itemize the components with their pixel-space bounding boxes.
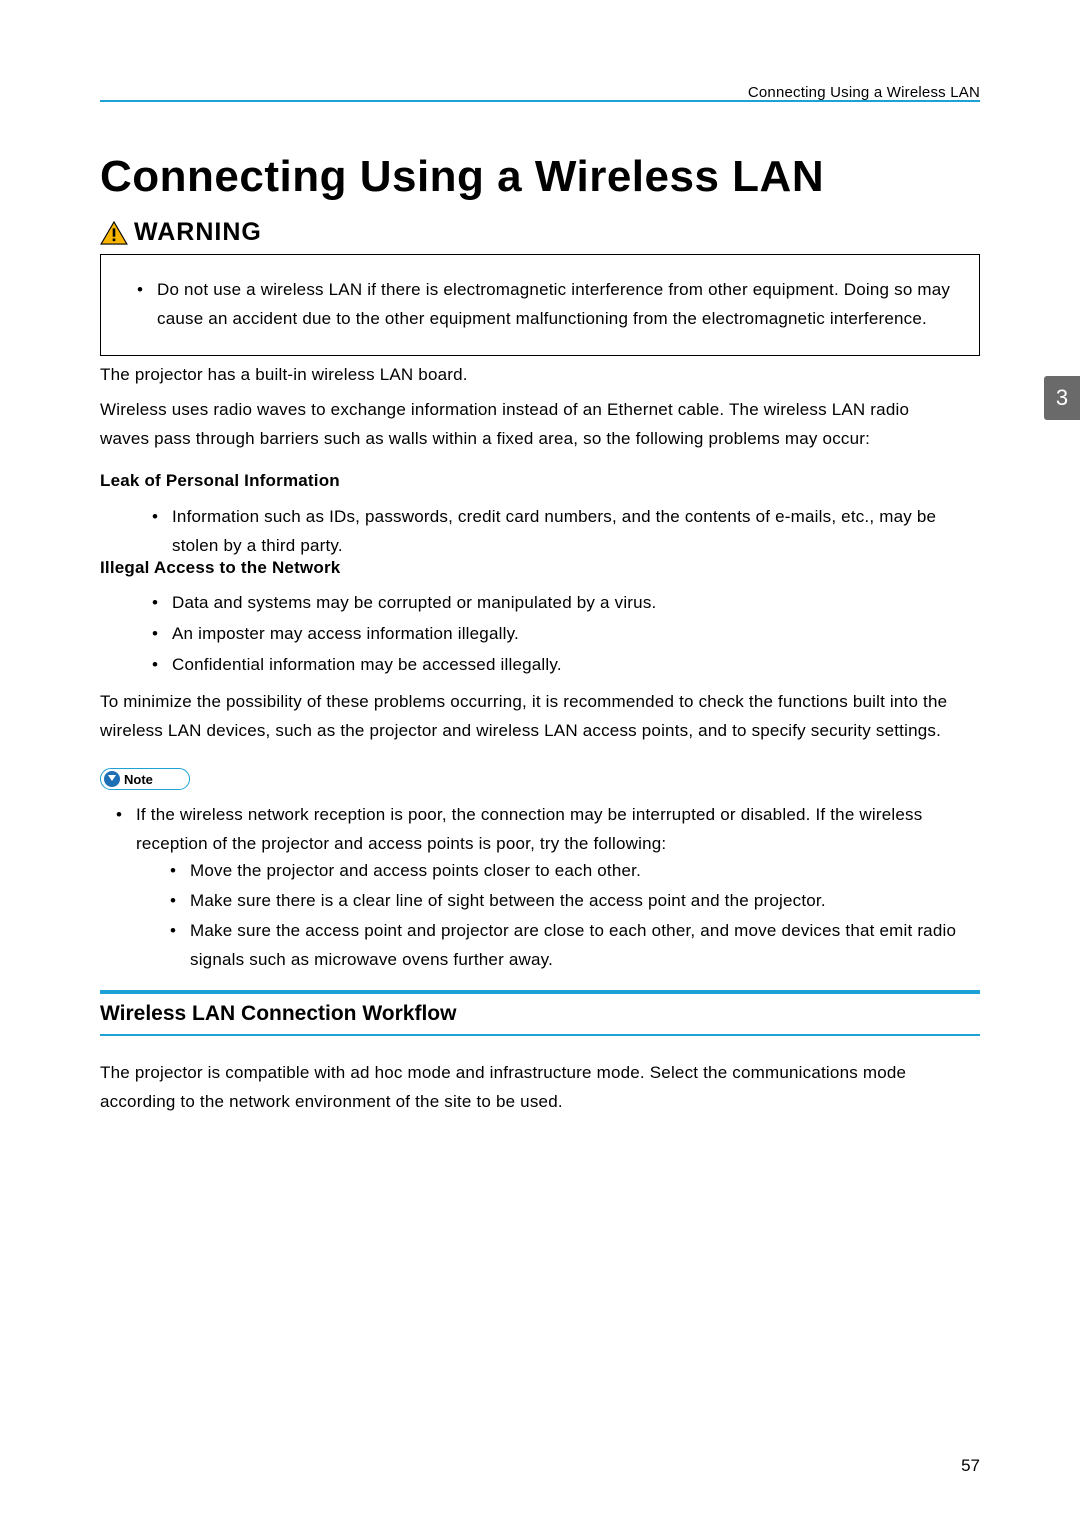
note-subitem-2: Make sure there is a clear line of sight… bbox=[190, 886, 980, 915]
section-heading: Wireless LAN Connection Workflow bbox=[100, 1002, 456, 1026]
note-subitem-1: Move the projector and access points clo… bbox=[190, 856, 980, 885]
section-rule-top bbox=[100, 990, 980, 994]
intro-paragraph-1: The projector has a built-in wireless LA… bbox=[100, 360, 980, 389]
illegal-list-item-1: Data and systems may be corrupted or man… bbox=[172, 588, 980, 617]
chapter-tab: 3 bbox=[1044, 376, 1080, 420]
header-rule bbox=[100, 100, 980, 102]
note-subitem-3: Make sure the access point and projector… bbox=[190, 916, 980, 974]
running-head: Connecting Using a Wireless LAN bbox=[748, 84, 980, 101]
leak-list-item: Information such as IDs, passwords, cred… bbox=[172, 502, 980, 560]
page-number: 57 bbox=[961, 1456, 980, 1476]
note-pill: Note bbox=[100, 768, 190, 790]
note-label-text: Note bbox=[124, 772, 153, 787]
section-body-paragraph: The projector is compatible with ad hoc … bbox=[100, 1058, 980, 1116]
illegal-heading: Illegal Access to the Network bbox=[100, 558, 340, 578]
illegal-list-item-2: An imposter may access information illeg… bbox=[172, 619, 980, 648]
leak-heading: Leak of Personal Information bbox=[100, 471, 340, 491]
warning-heading: WARNING bbox=[100, 218, 262, 247]
warning-label-text: WARNING bbox=[134, 218, 262, 247]
section-rule-bottom bbox=[100, 1034, 980, 1036]
warning-body-text: Do not use a wireless LAN if there is el… bbox=[157, 275, 955, 333]
warning-triangle-icon bbox=[100, 221, 128, 245]
document-page: Connecting Using a Wireless LAN Connecti… bbox=[0, 0, 1080, 1532]
warning-box: Do not use a wireless LAN if there is el… bbox=[100, 254, 980, 356]
page-title: Connecting Using a Wireless LAN bbox=[100, 152, 824, 202]
minimize-paragraph: To minimize the possibility of these pro… bbox=[100, 687, 980, 745]
note-down-arrow-icon bbox=[104, 771, 120, 787]
illegal-list-item-3: Confidential information may be accessed… bbox=[172, 650, 980, 679]
note-intro-item: If the wireless network reception is poo… bbox=[136, 800, 980, 858]
intro-paragraph-2: Wireless uses radio waves to exchange in… bbox=[100, 395, 932, 453]
